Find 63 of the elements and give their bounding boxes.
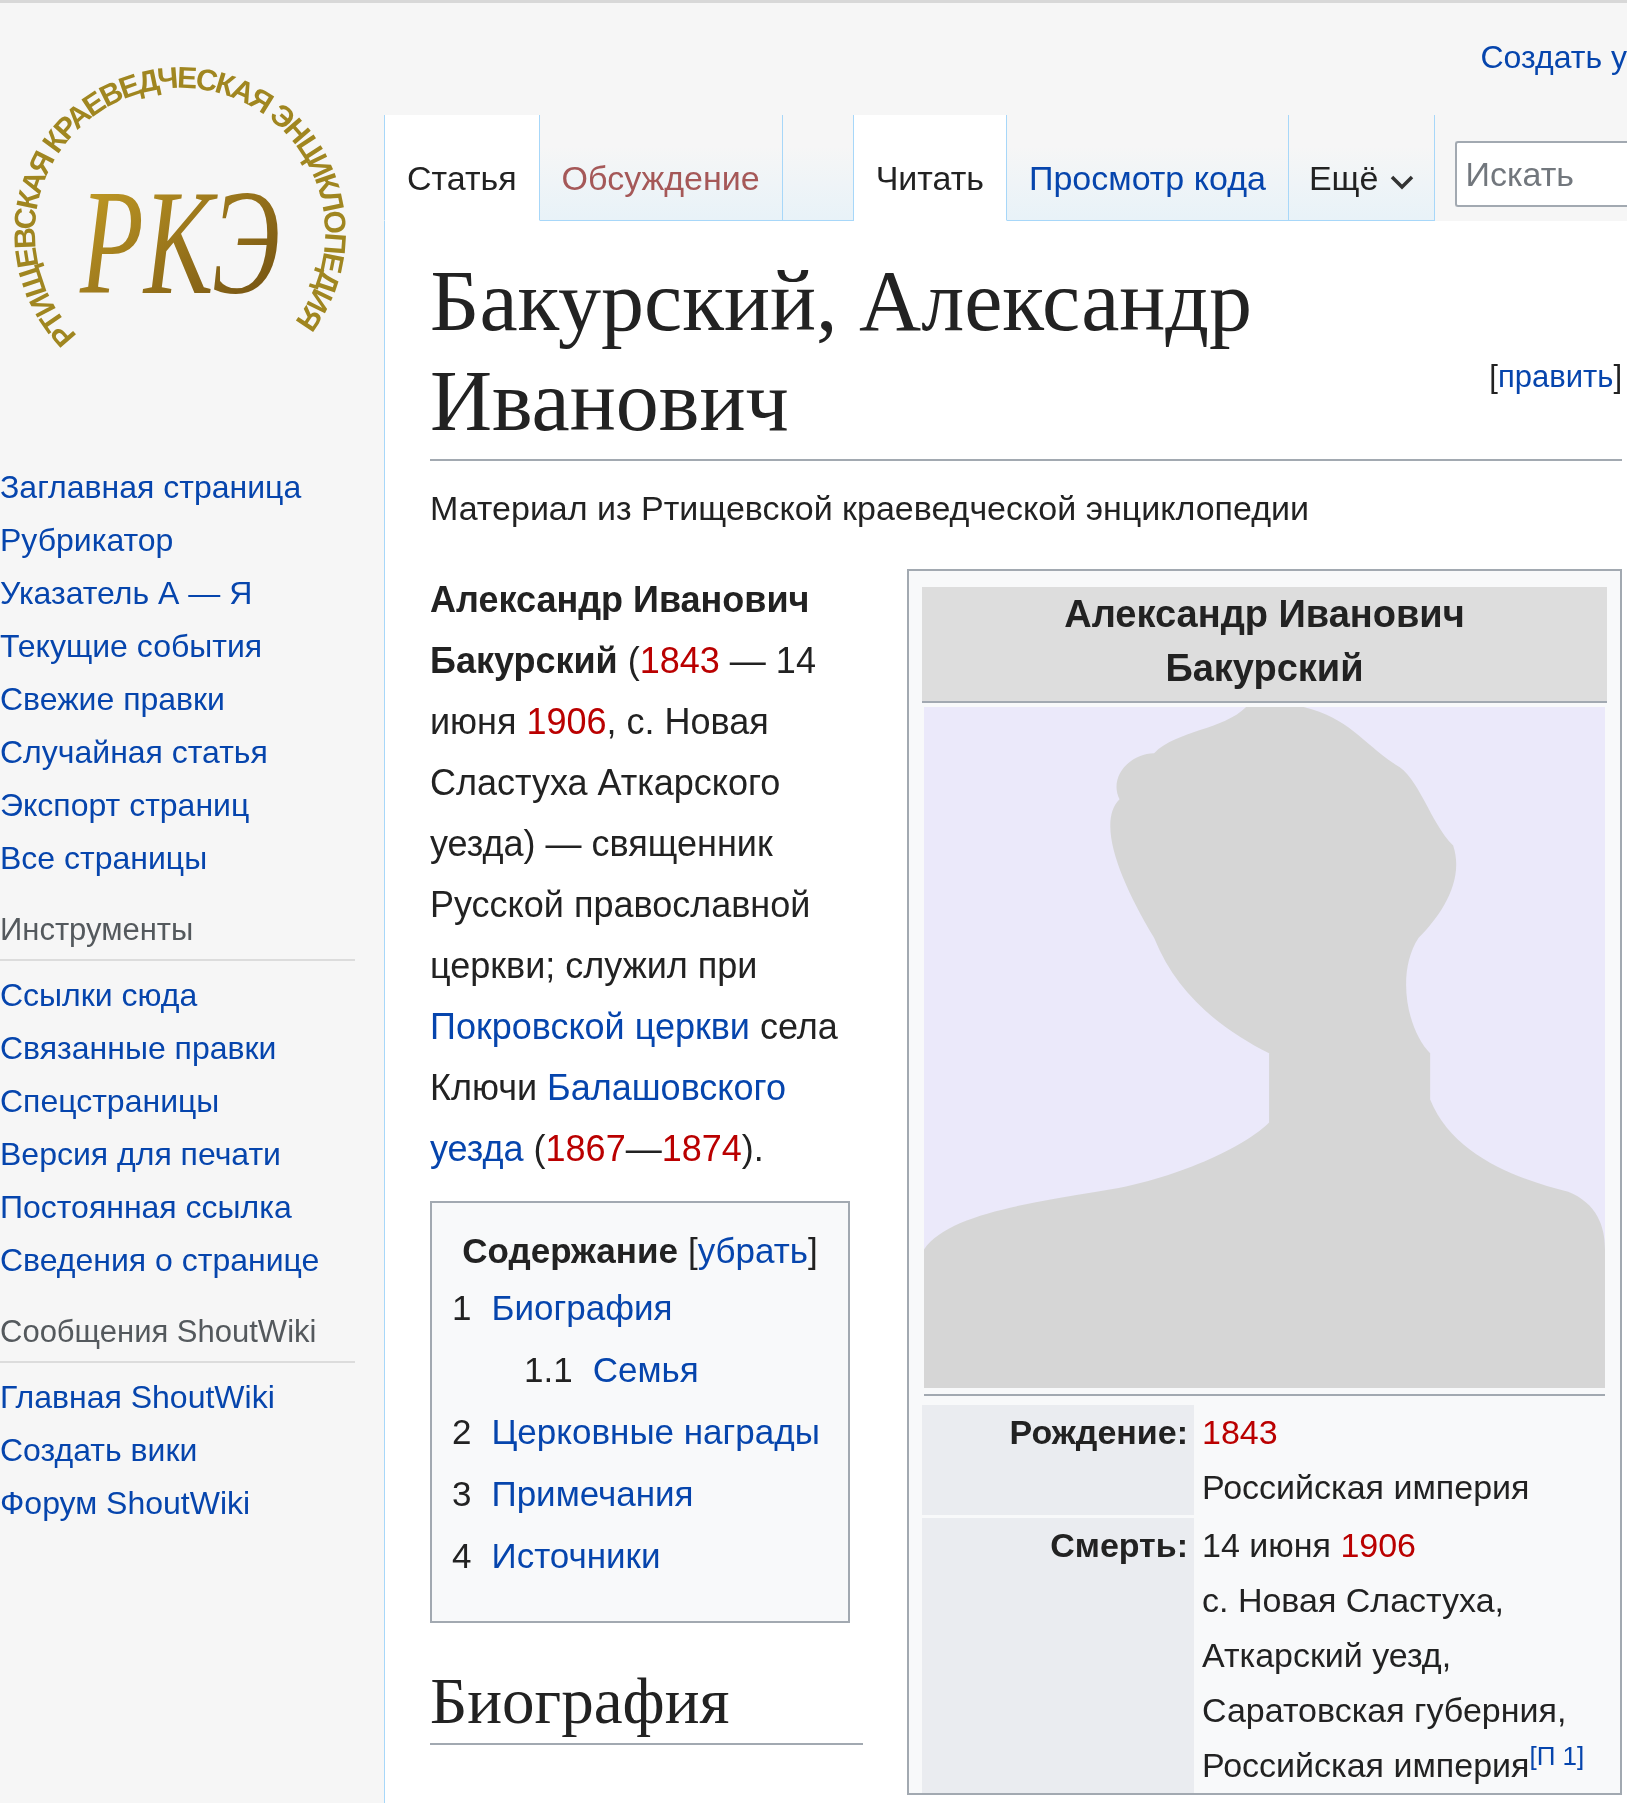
nav-link[interactable]: Указатель А — Я: [0, 567, 253, 620]
nav-link[interactable]: Все страницы: [0, 832, 208, 885]
infobox-value: Российская империя: [1202, 1746, 1530, 1784]
chevron-down-icon: [1390, 174, 1415, 190]
infobox-value: Российская империя: [1202, 1468, 1530, 1506]
view-tab[interactable]: Читать: [853, 115, 1007, 221]
nav-link[interactable]: Текущие события: [0, 620, 263, 673]
missing-page-link[interactable]: 1906: [526, 701, 607, 742]
nav-link[interactable]: Экспорт страниц: [0, 779, 250, 832]
infobox-value: Саратовская губерния,: [1202, 1691, 1567, 1729]
toc-number: 1: [452, 1287, 472, 1329]
toc-number: 2: [452, 1411, 472, 1453]
nav-link[interactable]: Случайная статья: [0, 726, 268, 779]
tool-link[interactable]: Спецстраницы: [0, 1075, 220, 1128]
portal-heading: Инструменты: [0, 907, 355, 961]
missing-page-link[interactable]: 1867: [545, 1128, 626, 1169]
toc-number: 1.1: [524, 1349, 573, 1391]
page-tab[interactable]: Статья: [384, 115, 540, 221]
wiki-link[interactable]: Балашовского: [547, 1067, 786, 1108]
wiki-link[interactable]: уезда: [430, 1128, 524, 1169]
tool-link[interactable]: Создать вики: [0, 1424, 198, 1477]
toc-number: 3: [452, 1473, 472, 1515]
tool-link[interactable]: Версия для печати: [0, 1128, 281, 1181]
missing-page-link[interactable]: 1874: [661, 1128, 742, 1169]
more-menu[interactable]: Ещё: [1288, 115, 1436, 221]
toc-link[interactable]: Биография: [491, 1277, 673, 1339]
toc-link[interactable]: Семья: [592, 1339, 699, 1401]
create-account-link[interactable]: Создать у: [1480, 39, 1627, 76]
tool-link[interactable]: Сведения о странице: [0, 1234, 320, 1287]
missing-page-link[interactable]: 1843: [1202, 1413, 1278, 1451]
infobox-value: Аткарский уезд,: [1202, 1636, 1452, 1674]
intro-paragraph: Александр Иванович Бакурский (1843 — 14 июня 1906, с. Новая Сластуха Аткарского уезда) — священник Русской православной церкви; служил при Покровской церкви села Ключи Балашовского уезда (1867—1874).: [430, 578, 839, 1171]
nav-link[interactable]: Свежие правки: [0, 673, 225, 726]
page-title: Бакурский, Александр Иванович: [430, 252, 1254, 451]
reference-link[interactable]: [П 1]: [1529, 1740, 1585, 1771]
nav-link[interactable]: Рубрикатор: [0, 514, 174, 567]
missing-page-link[interactable]: 1906: [1340, 1526, 1417, 1564]
infobox-value: 14 июня: [1202, 1526, 1332, 1564]
infobox-title: Александр Иванович Бакурский: [922, 587, 1607, 703]
tool-link[interactable]: Главная ShoutWiki: [0, 1371, 275, 1424]
toc-title: Содержание: [462, 1231, 678, 1271]
search-field[interactable]: Искать: [1455, 141, 1627, 207]
portal-heading: Сообщения ShoutWiki: [0, 1309, 355, 1363]
edit-link[interactable]: [править]: [1489, 359, 1622, 395]
nav-link[interactable]: Заглавная страница: [0, 461, 302, 514]
infobox-value: с. Новая Сластуха,: [1202, 1581, 1505, 1619]
toc-link[interactable]: Церковные награды: [491, 1401, 820, 1463]
page-tab[interactable]: Обсуждение: [539, 115, 783, 221]
tool-link[interactable]: Связанные правки: [0, 1022, 277, 1075]
infobox-label: Рождение:: [922, 1405, 1194, 1515]
tool-link[interactable]: Ссылки сюда: [0, 969, 198, 1022]
tool-link[interactable]: Форум ShoutWiki: [0, 1477, 251, 1530]
infobox-label: Смерть:: [922, 1518, 1194, 1793]
section-heading: Биография: [430, 1661, 863, 1745]
wiki-link[interactable]: Покровской церкви: [430, 1006, 750, 1047]
toc-toggle-link[interactable]: [убрать]: [687, 1231, 818, 1271]
missing-page-link[interactable]: 1843: [639, 640, 720, 681]
tool-link[interactable]: Постоянная ссылка: [0, 1181, 292, 1234]
toc-link[interactable]: Источники: [491, 1525, 661, 1587]
toc-number: 4: [452, 1535, 472, 1577]
view-tab[interactable]: Просмотр кода: [1007, 115, 1289, 221]
site-subtitle: Материал из Ртищевской краеведческой энциклопедии: [430, 488, 1310, 529]
toc-link[interactable]: Примечания: [491, 1463, 694, 1525]
